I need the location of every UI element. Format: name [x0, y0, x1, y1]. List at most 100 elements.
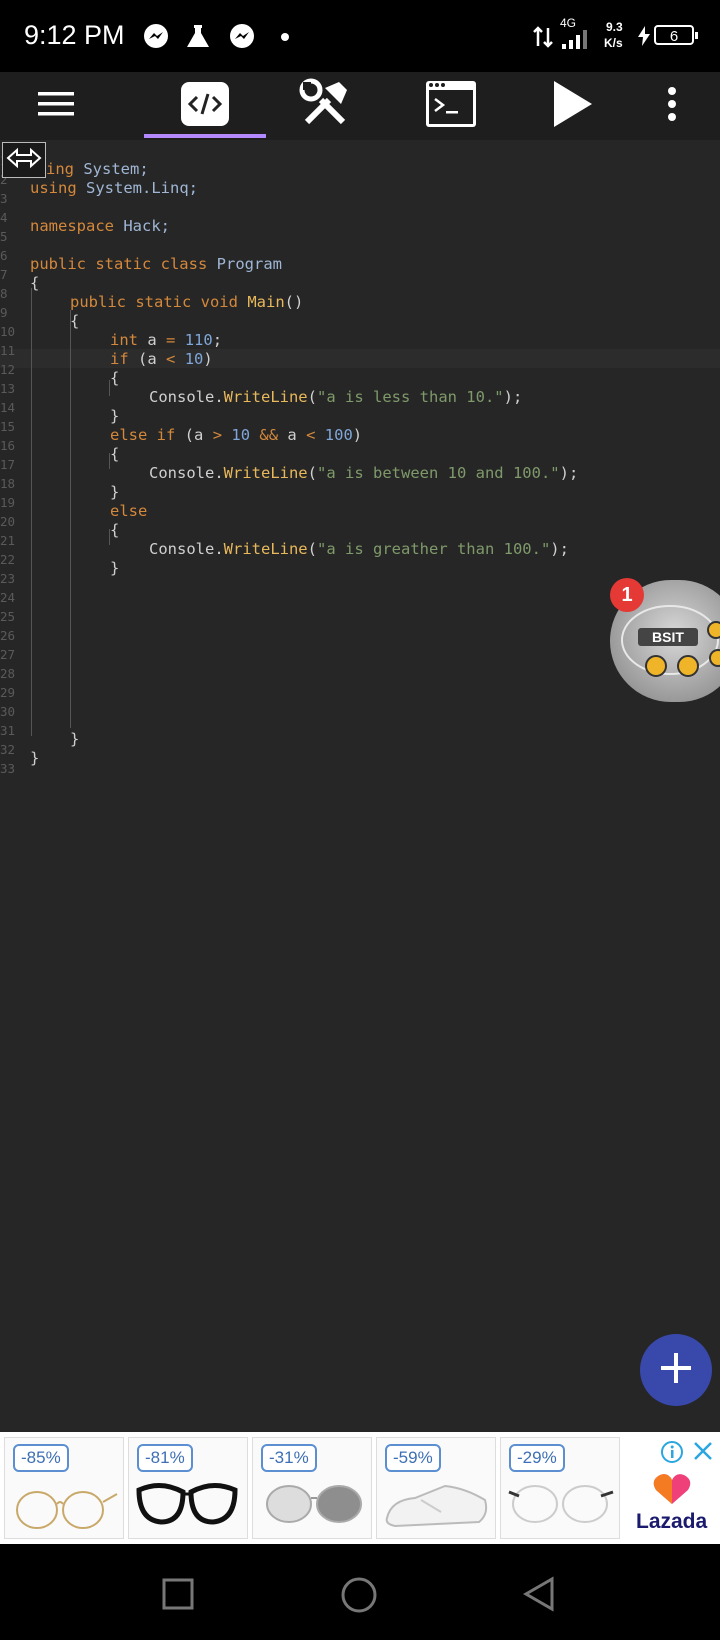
ad-product[interactable]: -29%: [500, 1437, 620, 1539]
keyword: ing: [46, 160, 74, 178]
recents-button[interactable]: [162, 1578, 196, 1615]
keyword: public static void: [70, 293, 238, 311]
line-number: 3: [0, 191, 8, 206]
line-number: 4: [0, 210, 8, 225]
operator: &&: [259, 426, 279, 444]
keyword: else if: [110, 426, 176, 444]
number: 100: [324, 426, 353, 444]
messenger-icon: [228, 22, 256, 50]
code-line-10: int a = 110;: [110, 331, 222, 349]
keyword: using: [30, 179, 77, 197]
triangle-back-icon: [522, 1576, 554, 1612]
wrench-hammer-icon: [299, 78, 351, 135]
discount-badge: -81%: [137, 1444, 193, 1472]
line-number: 23: [0, 571, 16, 586]
number: 110: [184, 331, 213, 349]
overflow-menu-button[interactable]: [650, 72, 694, 140]
identifier: Console.: [149, 540, 224, 558]
ad-product[interactable]: -81%: [128, 1437, 248, 1539]
glasses-icon: [16, 1491, 118, 1529]
code-line-8: public static void Main(): [70, 293, 303, 311]
operator: <: [166, 350, 176, 368]
run-button[interactable]: [540, 72, 604, 140]
code-line-4: namespace Hack;: [30, 217, 170, 235]
code-line-9: {: [70, 312, 80, 330]
messenger-icon: [142, 22, 170, 50]
line-number: 30: [0, 704, 16, 719]
line-number: 15: [0, 419, 16, 434]
punctuation: ;: [212, 331, 223, 349]
play-icon: [550, 79, 594, 134]
menu-button[interactable]: [26, 72, 86, 140]
ad-banner[interactable]: -85% -81% -31% -59% -29% Lazada: [0, 1432, 720, 1544]
plus-icon: [658, 1350, 694, 1391]
code-line-31: }: [70, 730, 80, 748]
code-line-20: {: [110, 521, 120, 539]
method-name: WriteLine: [223, 464, 308, 482]
line-number: 12: [0, 362, 16, 377]
punctuation: );: [559, 464, 579, 482]
bubble-logo-text: BSIT: [652, 629, 684, 645]
code-line-13: Console.WriteLine("a is less than 10.");: [149, 388, 522, 406]
line-number: 7: [0, 267, 8, 282]
line-number: 9: [0, 305, 8, 320]
string-literal: "a is greather than 100.": [317, 540, 551, 558]
method-name: Main: [247, 293, 285, 311]
terminal-icon: [425, 80, 477, 133]
ad-product[interactable]: -31%: [252, 1437, 372, 1539]
method-name: WriteLine: [223, 540, 308, 558]
identifier: Console.: [149, 464, 224, 482]
line-number: 27: [0, 647, 16, 662]
string-literal: "a is less than 10.": [317, 388, 504, 406]
keyword: if: [110, 350, 129, 368]
signal-icon: [560, 30, 588, 58]
line-number: 11: [0, 343, 16, 358]
ad-close-icon[interactable]: [692, 1440, 714, 1467]
add-fab-button[interactable]: [640, 1334, 712, 1406]
tab-tools[interactable]: [290, 72, 360, 140]
speed-unit: K/s: [604, 36, 623, 50]
toolbar: [0, 72, 720, 140]
punctuation: ): [352, 426, 363, 444]
punctuation: (: [307, 540, 317, 558]
operator: >: [212, 426, 223, 444]
code-editor[interactable]: 1 2 3 4 5 6 7 8 9 10 11 12 13 14 15 16 1…: [0, 140, 720, 1432]
selection-handle[interactable]: [2, 142, 46, 178]
identifier: Program: [216, 255, 282, 273]
tab-terminal[interactable]: [416, 72, 486, 140]
battery-indicator: 6: [654, 25, 698, 45]
string-literal: "a is between 10 and 100.": [317, 464, 560, 482]
active-tab-indicator: [144, 134, 266, 138]
line-number: 6: [0, 248, 8, 263]
keyword: else: [110, 502, 148, 520]
discount-badge: -85%: [13, 1444, 69, 1472]
keyword: public static class: [30, 255, 208, 273]
square-recents-icon: [162, 1578, 194, 1610]
code-line-2: using System.Linq;: [30, 179, 198, 197]
ad-product[interactable]: -85%: [4, 1437, 124, 1539]
back-button[interactable]: [522, 1576, 556, 1617]
code-line-32: }: [30, 749, 40, 767]
line-number: 33: [0, 761, 16, 776]
line-number: 32: [0, 742, 16, 757]
punctuation: (: [307, 464, 317, 482]
line-number: 16: [0, 438, 16, 453]
code-line-16: {: [110, 445, 120, 463]
keyword: int: [110, 331, 138, 349]
glasses-icon: [508, 1485, 614, 1523]
home-button[interactable]: [340, 1576, 378, 1619]
hamburger-menu-icon: [36, 89, 76, 124]
code-line-12: {: [110, 369, 120, 387]
ad-info-icon[interactable]: [660, 1440, 684, 1469]
current-line-highlight: [0, 349, 720, 368]
method-name: WriteLine: [223, 388, 308, 406]
keyword: namespace: [30, 217, 114, 235]
code-line-7: {: [30, 274, 40, 292]
identifier: System;: [83, 160, 149, 178]
punctuation: ): [203, 350, 213, 368]
tab-code[interactable]: [170, 72, 240, 140]
sunglasses-icon: [266, 1485, 362, 1523]
notification-dot: [281, 33, 289, 41]
code-tag-icon: [180, 81, 230, 132]
ad-product[interactable]: -59%: [376, 1437, 496, 1539]
